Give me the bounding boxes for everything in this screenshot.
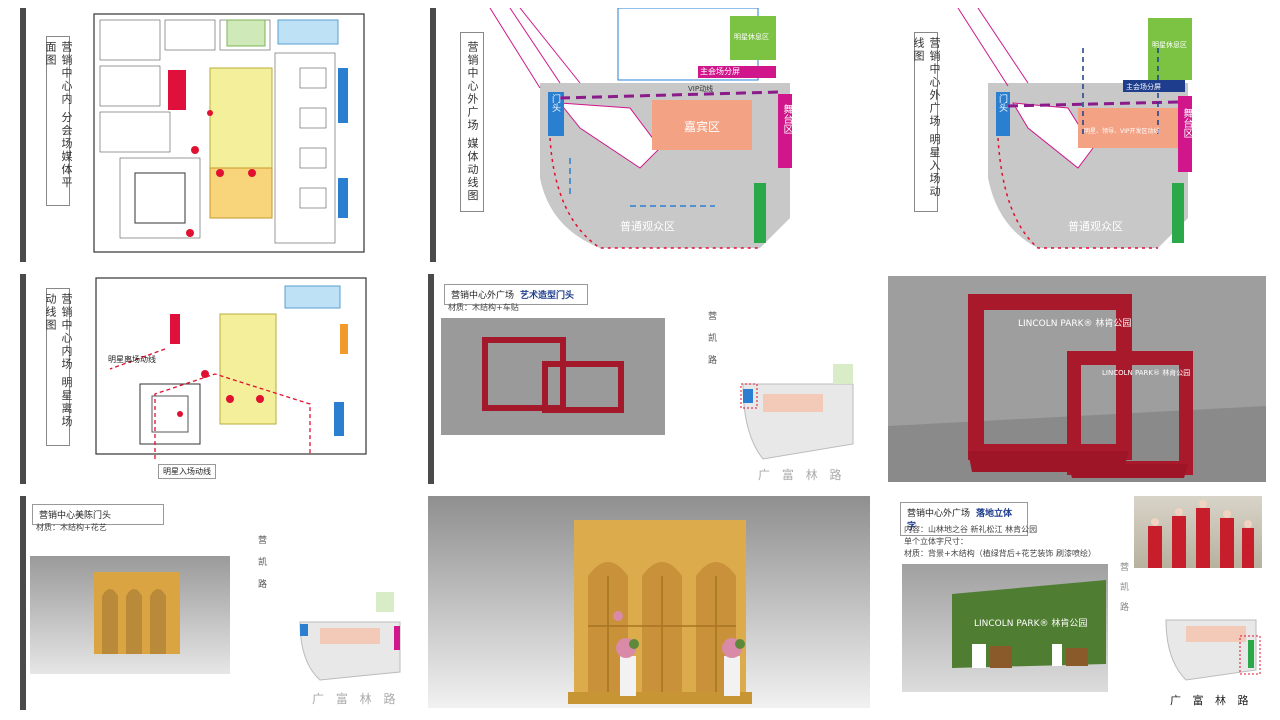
- road-char: 凯: [1120, 583, 1130, 593]
- door-label: 门头: [550, 94, 560, 112]
- tile-divider-bar: [20, 496, 26, 710]
- rest-area-label: 明星休息区: [734, 33, 769, 41]
- location-mini-map: [740, 364, 854, 460]
- road-label-vertical: 营 凯 路: [1120, 558, 1129, 618]
- tile-divider-bar: [428, 274, 434, 484]
- models-photo: [1134, 496, 1262, 568]
- road-label-vertical: 营 凯 路: [708, 306, 717, 372]
- road-char: 营: [1120, 563, 1130, 573]
- tile-outdoor-media-route: 营销中心外广场 媒体动线图 门头 嘉宾区 主会场分屏 舞台区 普通观众区 明星休…: [430, 8, 840, 262]
- main-screen-label: 主会场分屏: [1126, 83, 1161, 91]
- models-in-red-graphic: [1148, 500, 1254, 568]
- main-screen-label: 主会场分屏: [700, 67, 740, 76]
- road-label-horizontal: 广 富 林 路: [758, 468, 846, 482]
- road-char: 营: [258, 536, 268, 546]
- gold-arch-3d: [568, 520, 752, 704]
- road-char: 凯: [258, 558, 268, 568]
- location-mini-map: [1165, 619, 1261, 681]
- gateway-banner-2: LINCOLN PARK® 林肯公园: [1102, 369, 1191, 377]
- panel-title-text: 营销中心外广场: [451, 291, 515, 301]
- route-label: 明星、领导、VIP开发区动线: [1084, 128, 1160, 135]
- road-char: 路: [708, 356, 718, 366]
- public-area-label: 普通观众区: [620, 220, 675, 233]
- road-char: 凯: [708, 334, 718, 344]
- material-note: 材质：木结构+车贴: [448, 303, 519, 312]
- exit-floor-plan: [95, 277, 367, 459]
- door-label: 门头: [997, 94, 1007, 112]
- gateway-banner-1: LINCOLN PARK® 林肯公园: [1018, 319, 1132, 329]
- road-char: 路: [258, 580, 268, 590]
- floor-plan-drawing: [93, 13, 365, 253]
- tile-star-exit-route: 营销中心内场 明星离场动线图 明星离场动线 明星入场动线: [20, 274, 420, 484]
- tile-floral-arch: 营销中心美陈门头 材质：木结构+花艺 营 凯 路 广 富 林 路: [20, 496, 420, 710]
- panel-title-text: 营销中心外广场: [907, 509, 971, 519]
- panel-title-bold: 艺术造型门头: [520, 291, 575, 301]
- public-area-label: 普通观众区: [1068, 220, 1123, 233]
- red-gateway-graphic: [482, 337, 624, 413]
- location-mini-map: [299, 592, 401, 681]
- stage-label: 舞台区: [1181, 108, 1192, 138]
- gold-arch-graphic: [94, 572, 180, 654]
- content-note: 内容：山林地之谷 新礼松江 林肯公园: [904, 525, 1038, 534]
- road-char: 营: [708, 312, 718, 322]
- red-gateway-3d: [888, 294, 1266, 482]
- road-label-horizontal: 广 富 林 路: [312, 692, 400, 706]
- gateway-render-small: [441, 318, 665, 435]
- tile-floorplan-sub-venue: 营销中心内 分会场媒体平面图: [20, 8, 420, 262]
- road-label-vertical: 营 凯 路: [258, 530, 267, 596]
- tile-star-entry-route: 营销中心外广场 明星入场动线图 门头 主会场分屏 舞台区 普通观众区 明星休息区…: [888, 8, 1266, 262]
- vip-route-label: VIP动线: [688, 85, 714, 93]
- rest-area-label: 明星休息区: [1152, 41, 1187, 49]
- road-char: 路: [1120, 603, 1130, 613]
- arch-render-small: [30, 556, 230, 674]
- exit-route-label: 明星离场动线: [108, 355, 156, 364]
- guest-area-label: 嘉宾区: [684, 120, 721, 134]
- material-note: 材质：木结构+花艺: [36, 523, 107, 532]
- red-block: [168, 70, 186, 110]
- size-note: 单个立体字尺寸：: [904, 537, 968, 546]
- tile-art-gateway: 营销中心外广场 艺术造型门头 材质：木结构+车贴 营 凯 路 广 富 林 路: [428, 274, 878, 484]
- material-note: 材质：背景+木结构（植绿背后+花艺装饰 刷漆喷绘）: [904, 549, 1096, 558]
- tile-arch-render: [428, 496, 870, 708]
- tile-gateway-render: LINCOLN PARK® 林肯公园 LINCOLN PARK® 林肯公园: [888, 276, 1266, 482]
- road-label-horizontal: 广 富 林 路: [1170, 694, 1253, 707]
- green-wall-sign: LINCOLN PARK® 林肯公园: [974, 619, 1088, 629]
- tile-standing-letters: 营销中心外广场 落地立体字 内容：山林地之谷 新礼松江 林肯公园 单个立体字尺寸：…: [888, 494, 1266, 710]
- entry-route-label: 明星入场动线: [158, 464, 216, 479]
- stage-label: 舞台区: [781, 104, 792, 134]
